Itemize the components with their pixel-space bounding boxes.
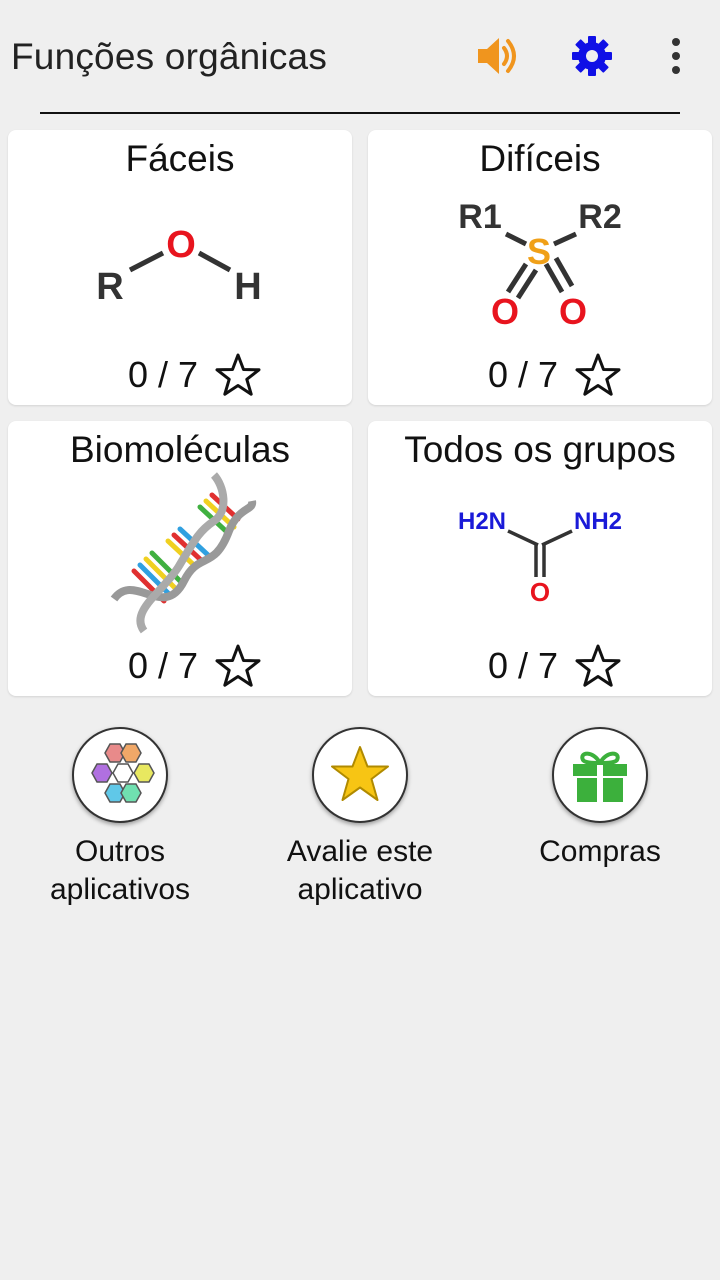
score-text: 0 / 7 — [487, 354, 559, 395]
label-line-2: aplicativos — [49, 873, 191, 906]
purchases-circle[interactable] — [552, 727, 648, 823]
star-outline-icon — [575, 353, 621, 396]
rate-app-label: Avalie este aplicativo — [250, 833, 470, 909]
rate-app-circle[interactable] — [312, 727, 408, 823]
hexagons-icon — [91, 743, 155, 803]
score-text: 0 / 7 — [127, 354, 199, 395]
atom-h: H — [234, 266, 261, 308]
label-line-1: Compras — [539, 835, 661, 868]
atom-nh2: NH2 — [574, 508, 622, 535]
alcohol-structure-icon: R O H — [96, 224, 261, 308]
more-vert-icon[interactable] — [664, 36, 688, 76]
atom-o: O — [166, 224, 196, 266]
star-outline-icon — [575, 644, 621, 687]
dna-helix-icon — [110, 472, 257, 634]
sulfone-structure-icon: R1 R2 S O O — [458, 198, 621, 332]
label-line-1: Avalie este — [286, 835, 434, 868]
purchases-label: Compras — [490, 833, 710, 871]
label-line-1: Outros — [74, 835, 166, 868]
star-outline-icon — [215, 353, 261, 396]
score-row: 0 / 7 — [8, 643, 352, 689]
score-text: 0 / 7 — [127, 645, 199, 686]
card-title: Todos os grupos — [404, 429, 676, 470]
app-bar: Funções orgânicas — [0, 0, 720, 112]
card-title: Biomoléculas — [69, 429, 291, 470]
card-easy[interactable]: Fáceis R O H 0 / 7 — [8, 130, 352, 405]
card-biomolecules[interactable]: Biomoléculas 0 / 7 — [8, 421, 352, 696]
other-apps-button[interactable]: Outros aplicativos — [10, 727, 230, 909]
atom-o-left: O — [491, 291, 519, 332]
star-outline-icon — [215, 644, 261, 687]
atom-o-right: O — [559, 291, 587, 332]
purchases-button[interactable]: Compras — [490, 727, 710, 871]
atom-s: S — [527, 231, 551, 272]
score-row: 0 / 7 — [368, 352, 712, 398]
atom-r: R — [96, 266, 123, 308]
rate-app-button[interactable]: Avalie este aplicativo — [250, 727, 470, 909]
atom-o: O — [530, 577, 550, 607]
card-title: Difíceis — [479, 138, 601, 179]
atom-r1: R1 — [458, 198, 501, 236]
card-title: Fáceis — [125, 138, 235, 179]
urea-structure-icon: H2N NH2 O — [458, 508, 622, 607]
app-title: Funções orgânicas — [11, 36, 328, 77]
star-icon — [331, 746, 389, 801]
sound-icon[interactable] — [470, 32, 522, 80]
score-row: 0 / 7 — [368, 643, 712, 689]
card-hard[interactable]: Difíceis R1 R2 S O O 0 / 7 — [368, 130, 712, 405]
atom-h2n: H2N — [458, 508, 506, 535]
settings-gear-icon[interactable] — [570, 34, 614, 78]
score-text: 0 / 7 — [487, 645, 559, 686]
other-apps-circle[interactable] — [72, 727, 168, 823]
other-apps-label: Outros aplicativos — [10, 833, 230, 909]
score-row: 0 / 7 — [8, 352, 352, 398]
label-line-2: aplicativo — [297, 873, 423, 906]
gift-icon — [573, 751, 627, 802]
atom-r2: R2 — [578, 198, 621, 236]
card-all-groups[interactable]: Todos os grupos H2N NH2 O 0 / 7 — [368, 421, 712, 696]
header-divider — [40, 112, 680, 114]
